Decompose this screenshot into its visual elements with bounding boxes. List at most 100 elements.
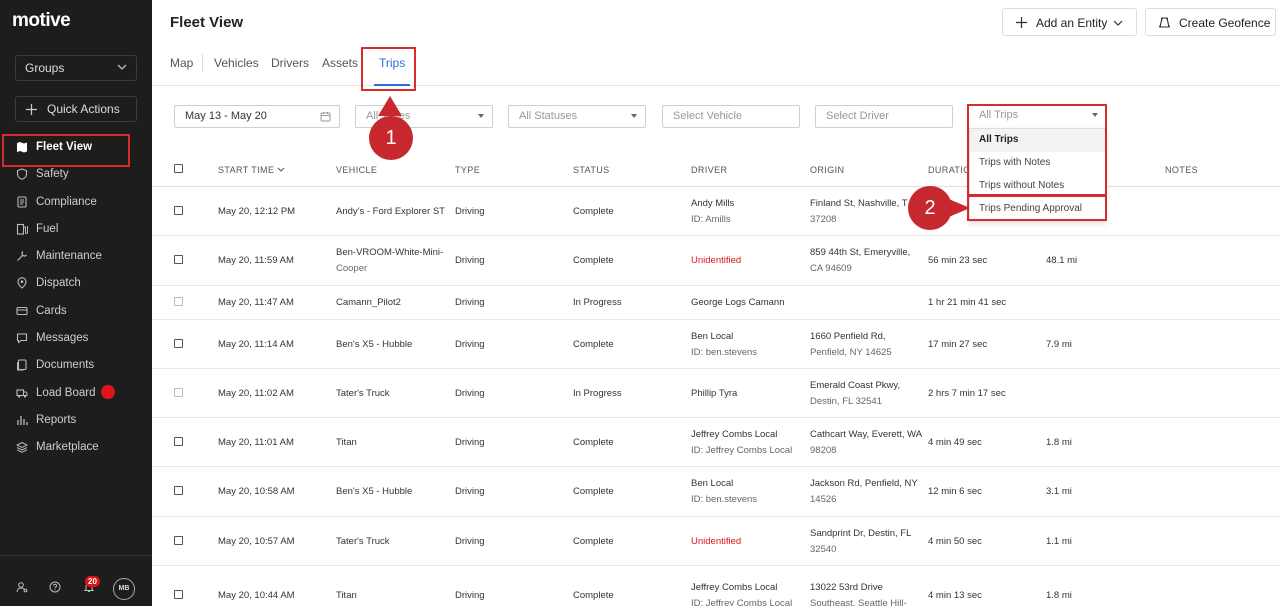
cell-duration: 1 hr 21 min 41 sec — [928, 297, 1007, 308]
column-type: TYPE — [455, 165, 481, 175]
groups-select[interactable]: Groups — [15, 55, 137, 81]
sidebar-footer: 20 MB — [0, 555, 152, 606]
sidebar-item-fuel[interactable]: Fuel — [0, 216, 152, 243]
sidebar-item-compliance[interactable]: Compliance — [0, 189, 152, 216]
cell-status: Complete — [573, 339, 614, 350]
app-root: motive Groups Quick Actions Fleet View S… — [0, 0, 1280, 606]
chart-icon — [17, 415, 28, 425]
plus-icon — [1016, 17, 1027, 28]
avatar[interactable]: MB — [113, 578, 135, 600]
cell-status: Complete — [573, 255, 614, 266]
tab-assets[interactable]: Assets — [322, 56, 358, 70]
table-row[interactable]: May 20, 11:47 AM Camann_Pilot2 Driving In P… — [152, 286, 1280, 320]
row-checkbox[interactable] — [174, 437, 183, 446]
sidebar-item-marketplace[interactable]: Marketplace — [0, 434, 152, 461]
cell-status: In Progress — [573, 388, 622, 399]
cell-duration: 17 min 27 sec — [928, 339, 988, 350]
cell-start-time: May 20, 11:47 AM — [218, 297, 294, 308]
brand-logo[interactable]: motive — [12, 10, 71, 32]
map-icon — [17, 142, 27, 153]
cell-status: Complete — [573, 536, 614, 547]
table-row[interactable]: May 20, 11:14 AM Ben's X5 - Hubble Driving… — [152, 320, 1280, 369]
cell-distance: 1.8 mi — [1046, 590, 1072, 601]
row-checkbox[interactable] — [174, 388, 183, 397]
cell-type: Driving — [455, 590, 485, 601]
statuses-filter[interactable]: All Statuses — [508, 105, 646, 128]
vehicle-filter-placeholder: Select Vehicle — [673, 110, 743, 122]
cell-origin: Cathcart Way, Everett, WA 98208 — [810, 429, 923, 456]
cell-type: Driving — [455, 388, 485, 399]
cell-origin: Sandprint Dr, Destin, FL 32540 — [810, 528, 912, 555]
sidebar-item-maintenance[interactable]: Maintenance — [0, 243, 152, 270]
column-start-time[interactable]: START TIME — [218, 165, 285, 175]
sidebar-item-fleet-view[interactable]: Fleet View — [0, 134, 152, 168]
caret-down-icon — [631, 114, 637, 118]
sidebar-item-documents[interactable]: Documents — [0, 352, 152, 379]
row-checkbox[interactable] — [174, 255, 183, 264]
cell-duration: 4 min 50 sec — [928, 536, 982, 547]
cell-origin: 13022 53rd Drive Southeast, Seattle Hill- — [810, 582, 907, 606]
cell-vehicle: Tater's Truck — [336, 536, 390, 547]
row-checkbox[interactable] — [174, 297, 183, 306]
row-checkbox[interactable] — [174, 486, 183, 495]
geofence-icon — [1159, 17, 1170, 28]
chat-icon — [16, 333, 28, 344]
cell-driver: Unidentified — [691, 536, 742, 547]
row-checkbox[interactable] — [174, 339, 183, 348]
cell-duration: 12 min 6 sec — [928, 486, 982, 497]
row-checkbox[interactable] — [174, 536, 183, 545]
cell-distance: 48.1 mi — [1046, 255, 1078, 266]
wrench-icon — [17, 251, 27, 262]
sidebar-item-messages[interactable]: Messages — [0, 325, 152, 352]
sidebar-item-cards[interactable]: Cards — [0, 298, 152, 325]
quick-actions-button[interactable]: Quick Actions — [15, 96, 137, 122]
tab-map[interactable]: Map — [170, 56, 193, 70]
table-row[interactable]: May 20, 10:44 AM Titan Driving Complete Jeff… — [152, 566, 1280, 606]
document-icon — [17, 196, 27, 208]
table-row[interactable]: May 20, 10:58 AM Ben's X5 - Hubble Driving… — [152, 467, 1280, 517]
table-row[interactable]: May 20, 12:12 PM Andy's - Ford Explorer S… — [152, 187, 1280, 236]
sidebar-item-load-board[interactable]: Load Board — [0, 380, 152, 407]
cell-vehicle: Titan — [336, 437, 357, 448]
driver-filter[interactable]: Select Driver — [815, 105, 953, 128]
date-range-picker[interactable]: May 13 - May 20 — [174, 105, 340, 128]
create-geofence-button[interactable]: Create Geofence — [1145, 8, 1276, 36]
table-row[interactable]: May 20, 11:01 AM Titan Driving Complete Jeff… — [152, 418, 1280, 467]
table-row[interactable]: May 20, 11:02 AM Tater's Truck Driving In P… — [152, 369, 1280, 418]
row-checkbox[interactable] — [174, 590, 183, 599]
cell-driver: Jeffrey Combs Local ID: Jeffrey Combs Loc… — [691, 429, 793, 456]
cell-origin: Finland St, Nashville, T 37208 — [810, 198, 908, 225]
cell-origin: Jackson Rd, Penfield, NY 14526 — [810, 478, 918, 505]
sidebar-item-reports[interactable]: Reports — [0, 407, 152, 434]
groups-label: Groups — [25, 61, 65, 75]
tab-vehicles[interactable]: Vehicles — [214, 56, 259, 70]
chevron-down-icon — [117, 64, 127, 70]
add-entity-button[interactable]: Add an Entity — [1002, 8, 1137, 36]
table-row[interactable]: May 20, 10:57 AM Tater's Truck Driving Comp… — [152, 517, 1280, 566]
vehicle-filter[interactable]: Select Vehicle — [662, 105, 800, 128]
column-status: STATUS — [573, 165, 610, 175]
sidebar-item-safety[interactable]: Safety — [0, 161, 152, 188]
stack-icon — [16, 442, 28, 454]
callout-2: 2 — [908, 186, 952, 230]
cell-status: Complete — [573, 486, 614, 497]
add-entity-label: Add an Entity — [1036, 16, 1108, 30]
row-checkbox[interactable] — [174, 206, 183, 215]
cell-start-time: May 20, 11:14 AM — [218, 339, 294, 350]
cell-distance: 1.8 mi — [1046, 437, 1072, 448]
tab-drivers[interactable]: Drivers — [271, 56, 309, 70]
help-icon[interactable] — [49, 581, 61, 593]
notification-count-badge: 20 — [85, 576, 100, 587]
table-row[interactable]: May 20, 11:59 AM Ben-VROOM-White-Mini- Coo… — [152, 236, 1280, 286]
sidebar: motive Groups Quick Actions Fleet View S… — [0, 0, 152, 606]
cell-start-time: May 20, 10:44 AM — [218, 590, 295, 601]
cell-origin: 1660 Penfield Rd, Penfield, NY 14625 — [810, 331, 892, 358]
cell-driver: Jeffrey Combs Local ID: Jeffrey Combs Loc… — [691, 582, 793, 606]
cell-type: Driving — [455, 297, 485, 308]
user-settings-icon[interactable] — [16, 581, 28, 593]
select-all-checkbox[interactable] — [174, 164, 183, 173]
cell-start-time: May 20, 11:02 AM — [218, 388, 294, 399]
sidebar-item-dispatch[interactable]: Dispatch — [0, 270, 152, 297]
cell-origin: Emerald Coast Pkwy, Destin, FL 32541 — [810, 380, 901, 407]
cell-vehicle: Titan — [336, 590, 357, 601]
